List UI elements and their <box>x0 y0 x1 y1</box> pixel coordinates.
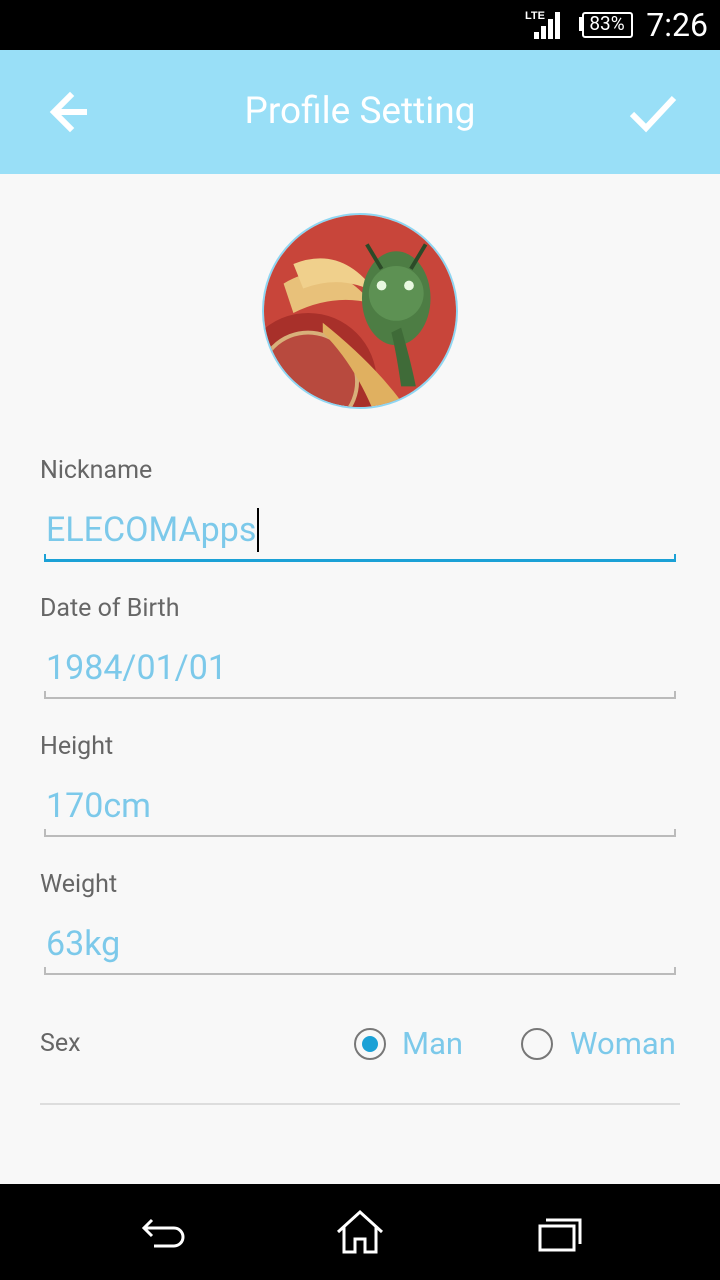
nav-back-button[interactable] <box>132 1206 188 1258</box>
status-bar: LTE 83% 7:26 <box>0 0 720 50</box>
battery-percentage: 83% <box>589 12 625 35</box>
avatar-image <box>264 215 456 407</box>
app-bar: Profile Setting <box>0 50 720 174</box>
divider <box>40 1103 680 1105</box>
nav-home-icon <box>336 1209 384 1254</box>
dob-underline <box>44 691 676 699</box>
sex-radio-man[interactable] <box>354 1028 386 1060</box>
nickname-field[interactable]: ELECOMApps <box>44 502 676 562</box>
sex-radio-woman[interactable] <box>521 1028 553 1060</box>
nickname-label: Nickname <box>40 456 153 485</box>
back-button[interactable] <box>38 80 102 144</box>
text-cursor <box>257 508 260 553</box>
svg-text:LTE: LTE <box>525 10 545 22</box>
sex-label: Sex <box>40 1029 81 1058</box>
sex-option-woman-label[interactable]: Woman <box>570 1024 676 1064</box>
status-clock: 7:26 <box>646 6 708 44</box>
nickname-value: ELECOMApps <box>46 506 260 554</box>
weight-label: Weight <box>40 870 118 899</box>
nav-recents-button[interactable] <box>532 1206 588 1258</box>
radio-selected-dot <box>362 1036 378 1052</box>
height-label: Height <box>40 732 114 761</box>
arrow-back-icon <box>49 91 87 133</box>
nickname-underline <box>44 554 676 562</box>
dob-value: 1984/01/01 <box>46 648 227 688</box>
nav-back-icon <box>141 1218 185 1248</box>
height-value: 170cm <box>46 786 151 826</box>
navigation-bar <box>0 1184 720 1280</box>
lte-signal-icon: LTE <box>525 10 560 39</box>
dob-label: Date of Birth <box>40 594 180 623</box>
weight-underline <box>44 967 676 975</box>
confirm-button[interactable] <box>620 80 684 144</box>
weight-value: 63kg <box>46 924 121 964</box>
page-title: Profile Setting <box>244 90 476 133</box>
sex-option-man-label[interactable]: Man <box>402 1024 463 1064</box>
height-underline <box>44 829 676 837</box>
checkmark-icon <box>629 95 677 133</box>
nav-recents-icon <box>538 1218 582 1252</box>
nav-home-button[interactable] <box>332 1206 388 1258</box>
profile-avatar[interactable] <box>262 213 458 409</box>
